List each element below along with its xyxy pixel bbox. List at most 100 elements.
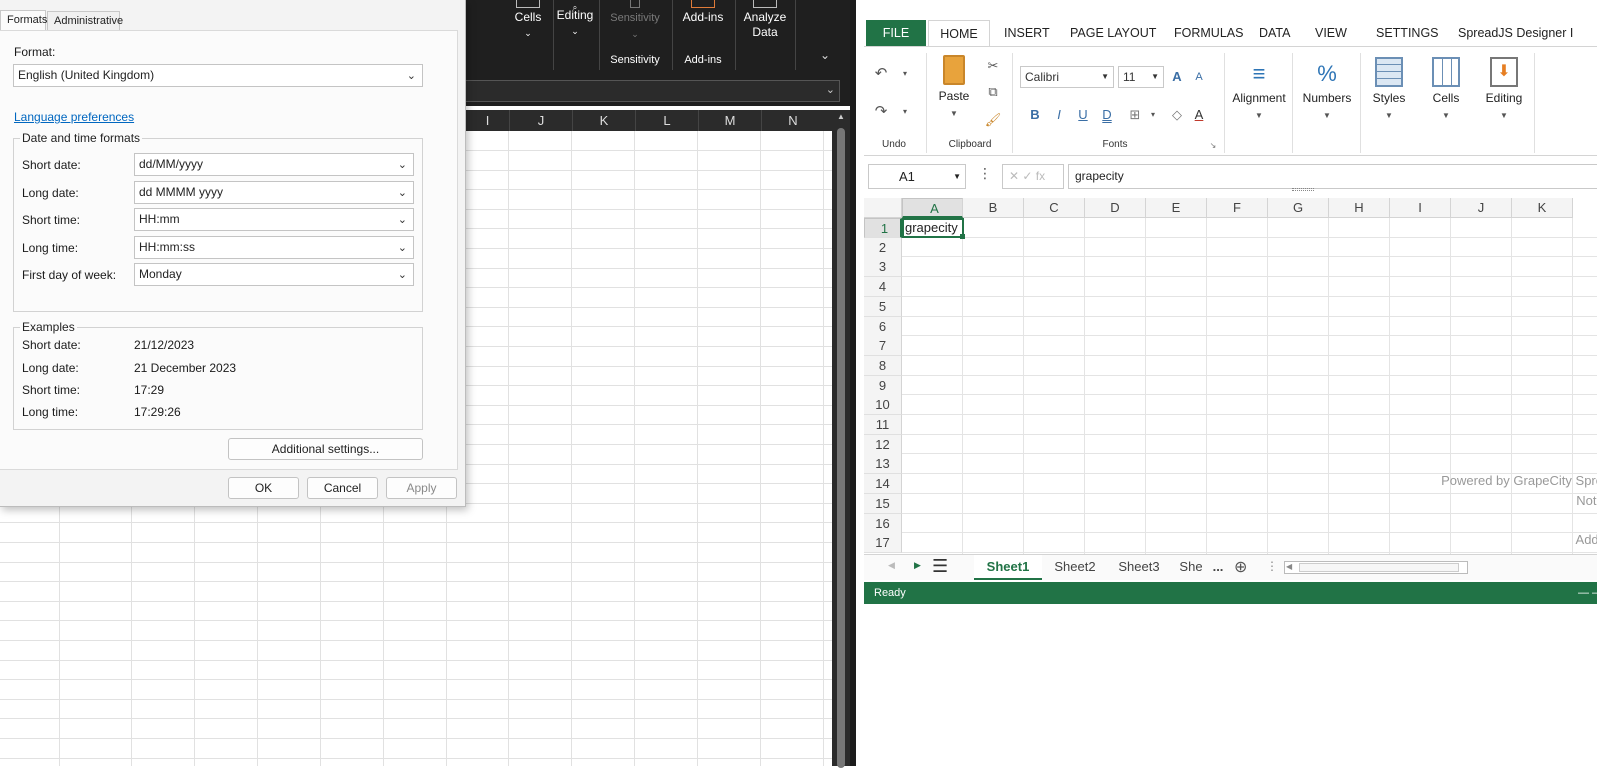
row-header[interactable]: 17 <box>864 533 902 553</box>
bold-icon[interactable]: B <box>1026 106 1044 124</box>
row-header[interactable]: 8 <box>864 356 902 376</box>
row-header[interactable]: 3 <box>864 257 902 277</box>
row-header[interactable]: 4 <box>864 277 902 297</box>
name-box[interactable]: A1 ▼ <box>868 164 966 189</box>
row-header[interactable]: 2 <box>864 238 902 258</box>
sheet-tab[interactable]: Sheet1 <box>974 555 1042 580</box>
sheet-tab[interactable]: Sheet2 <box>1044 555 1106 580</box>
styles-button[interactable]: Styles ▼ <box>1364 57 1414 120</box>
chevron-down-icon[interactable]: ▾ <box>1144 106 1162 124</box>
tab-home[interactable]: HOME <box>928 20 990 46</box>
tab-file[interactable]: FILE <box>866 20 926 46</box>
prev-sheet-icon[interactable]: ◀ <box>888 560 895 571</box>
border-icon[interactable]: ⊞ <box>1126 106 1144 124</box>
row-header[interactable]: 11 <box>864 415 902 435</box>
row-header[interactable]: 13 <box>864 454 902 474</box>
tab-settings[interactable]: SETTINGS <box>1370 20 1445 46</box>
column-header[interactable]: N <box>761 110 824 131</box>
tab-formats[interactable]: Formats <box>0 10 47 32</box>
formula-input[interactable]: grapecity <box>1068 164 1597 189</box>
tab-page-layout[interactable]: PAGE LAYOUT <box>1064 20 1162 46</box>
sheet-tab[interactable]: Sheet3 <box>1108 555 1170 580</box>
paste-button[interactable]: Paste ▼ <box>932 55 976 118</box>
more-sheets-icon[interactable]: ... <box>1208 555 1228 580</box>
fill-color-icon[interactable]: ◇ <box>1168 106 1186 124</box>
column-header[interactable]: K <box>1512 198 1573 218</box>
fill-handle[interactable] <box>960 234 965 239</box>
column-header[interactable]: J <box>1451 198 1512 218</box>
scrollbar-thumb[interactable] <box>837 128 845 768</box>
column-header[interactable]: K <box>572 110 635 131</box>
increase-font-icon[interactable]: A <box>1168 68 1186 86</box>
column-header[interactable]: M <box>698 110 761 131</box>
cells-button[interactable]: Cells ⌄ <box>503 0 553 41</box>
add-sheet-icon[interactable]: ⊕ <box>1234 557 1247 577</box>
resize-handle[interactable] <box>1292 188 1314 191</box>
cells-button[interactable]: Cells ▼ <box>1420 57 1472 120</box>
editing-button[interactable]: ⬇ Editing ▼ <box>1476 57 1532 120</box>
tab-formulas[interactable]: FORMULAS <box>1168 20 1249 46</box>
select-all-corner[interactable] <box>864 198 902 218</box>
row-header[interactable]: 1 <box>864 218 902 238</box>
double-underline-icon[interactable]: D <box>1098 106 1116 124</box>
row-header[interactable]: 5 <box>864 297 902 317</box>
chevron-down-icon[interactable]: ▾ <box>896 103 914 121</box>
underline-icon[interactable]: U <box>1074 106 1092 124</box>
italic-icon[interactable]: I <box>1050 106 1068 124</box>
vertical-scrollbar[interactable]: ▲ <box>832 110 850 768</box>
format-select[interactable]: English (United Kingdom) ⌄ <box>13 64 423 87</box>
font-color-icon[interactable]: A <box>1190 106 1208 124</box>
tab-insert[interactable]: INSERT <box>998 20 1056 46</box>
ok-button[interactable]: OK <box>228 477 299 499</box>
dark-formula-input[interactable]: ⌄ <box>465 80 840 102</box>
tab-spreadjs-designer[interactable]: SpreadJS Designer I <box>1452 20 1579 46</box>
font-name-select[interactable]: Calibri ▼ <box>1020 66 1114 88</box>
spreadsheet-grid[interactable]: ABCDEFGHIJK 1 2 3 4 5 6 7 8 9 10 11 12 13 14 15 16 17 gr… <box>864 198 1597 554</box>
ribbon-collapse-icon[interactable]: ⌄ <box>820 48 830 62</box>
tab-data[interactable]: DATA <box>1253 20 1296 46</box>
undo-icon[interactable]: ↶ <box>872 65 890 83</box>
row-header[interactable]: 16 <box>864 514 902 534</box>
chevron-down-icon[interactable]: ▾ <box>896 65 914 83</box>
copy-icon[interactable]: ⧉ <box>984 83 1002 101</box>
column-header[interactable]: I <box>465 110 509 131</box>
row-header[interactable]: 10 <box>864 395 902 415</box>
row-header[interactable]: 9 <box>864 376 902 396</box>
more-options-icon[interactable]: ⋮ <box>978 165 992 182</box>
cut-icon[interactable]: ✂ <box>984 57 1002 75</box>
row-header[interactable]: 15 <box>864 494 902 514</box>
row-header[interactable]: 14 <box>864 474 902 494</box>
apply-button[interactable]: Apply <box>386 477 457 499</box>
long-date-select[interactable]: dd MMMM yyyy ⌄ <box>134 181 414 204</box>
column-header[interactable]: J <box>509 110 572 131</box>
decrease-font-icon[interactable]: A <box>1190 68 1208 86</box>
splitter-icon[interactable]: ⋮ <box>1266 559 1278 573</box>
column-header[interactable]: D <box>1085 198 1146 218</box>
column-header[interactable]: G <box>1268 198 1329 218</box>
sheet-list-icon[interactable]: ☰ <box>932 556 948 577</box>
addins-button[interactable]: Add-ins <box>678 0 728 25</box>
column-header[interactable]: I <box>1390 198 1451 218</box>
column-header[interactable]: A <box>902 198 963 218</box>
row-header[interactable]: 7 <box>864 336 902 356</box>
redo-icon[interactable]: ↷ <box>872 103 890 121</box>
tab-administrative[interactable]: Administrative <box>47 11 123 31</box>
column-header[interactable]: E <box>1146 198 1207 218</box>
tab-view[interactable]: VIEW <box>1309 20 1353 46</box>
zoom-slider-icon[interactable]: — — <box>1578 582 1597 604</box>
short-date-select[interactable]: dd/MM/yyyy ⌄ <box>134 153 414 176</box>
short-time-select[interactable]: HH:mm ⌄ <box>134 208 414 231</box>
editing-button[interactable]: ⌕ Editing ⌄ <box>550 0 600 39</box>
format-painter-icon[interactable]: 🖌 <box>984 111 1002 129</box>
horizontal-scrollbar[interactable]: ◀ <box>1284 561 1468 574</box>
numbers-button[interactable]: % Numbers ▼ <box>1296 61 1358 120</box>
next-sheet-icon[interactable]: ▶ <box>914 560 921 571</box>
column-header[interactable]: L <box>635 110 698 131</box>
sheet-tab[interactable]: She <box>1176 555 1206 580</box>
first-day-of-week-select[interactable]: Monday ⌄ <box>134 263 414 286</box>
long-time-select[interactable]: HH:mm:ss ⌄ <box>134 236 414 259</box>
column-header[interactable]: C <box>1024 198 1085 218</box>
column-header[interactable]: F <box>1207 198 1268 218</box>
analyze-data-button[interactable]: Analyze Data <box>739 0 791 40</box>
scroll-left-icon[interactable]: ◀ <box>1286 562 1292 571</box>
